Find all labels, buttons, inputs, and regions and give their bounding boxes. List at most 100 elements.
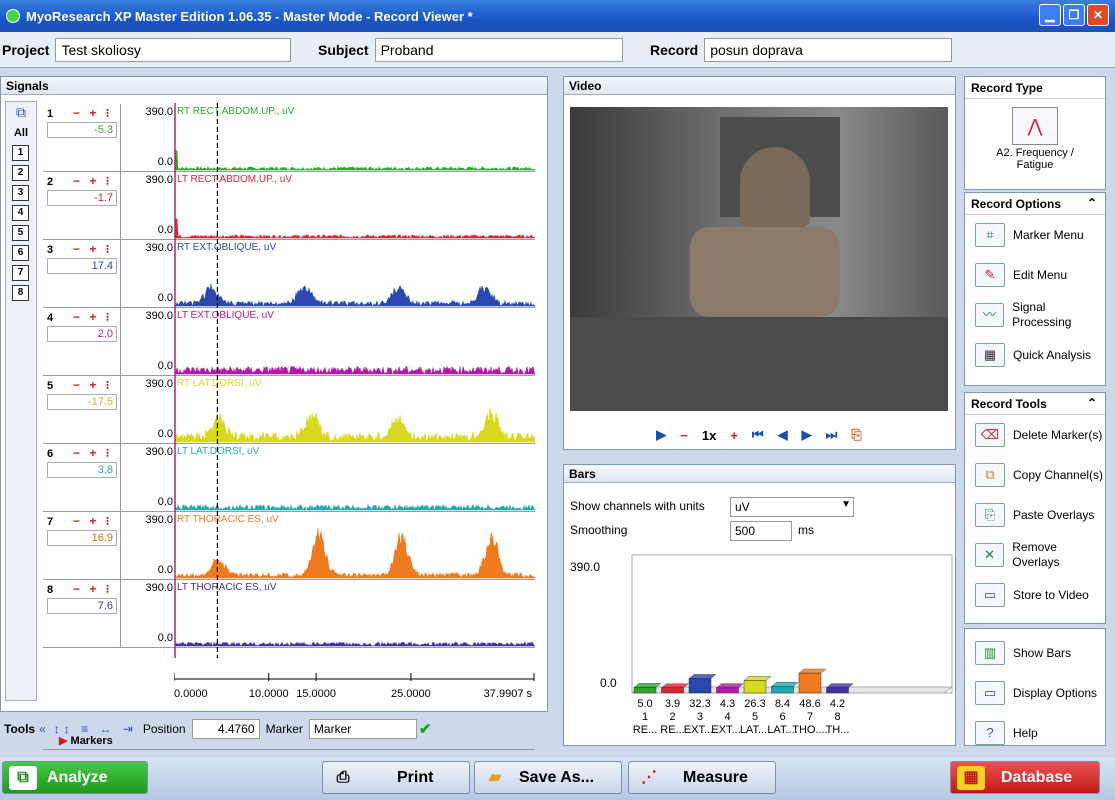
close-button[interactable]: ✕ — [1087, 4, 1109, 26]
cursor-overlay — [174, 103, 219, 658]
delete-marker-icon: ⌫ — [975, 423, 1005, 447]
channel-button-3[interactable]: 3 — [12, 185, 29, 201]
bar-value-label: 3.9 — [665, 698, 680, 710]
sidebar-item-quick-analysis[interactable]: ▦ Quick Analysis — [965, 335, 1105, 375]
database-label: Database — [1001, 768, 1073, 786]
record-type-panel: Record Type ⋀ A2. Frequency / Fatigue — [964, 76, 1106, 190]
project-label: Project — [2, 42, 50, 58]
bar-channel-number: 2 — [669, 711, 675, 723]
sidebar-item-show-bars[interactable]: ▥ Show Bars — [965, 633, 1105, 673]
record-options-title: Record Options ⌃ — [965, 193, 1105, 215]
record-label: Record — [650, 42, 699, 58]
channel-button-2[interactable]: 2 — [12, 165, 29, 181]
scale-tools-icon[interactable]: ↕↕ ≡ ↔ ⇥ — [54, 722, 137, 736]
record-tools-label: Record Tools — [971, 397, 1047, 411]
collapse-icon[interactable]: ⌃ — [1087, 196, 1097, 210]
channel-button-6[interactable]: 6 — [12, 245, 29, 261]
display-options-icon: ▭ — [975, 681, 1005, 705]
channel-button-4[interactable]: 4 — [12, 205, 29, 221]
export-video-icon[interactable]: ⎘ — [851, 427, 861, 443]
folder-icon: ▰ — [488, 768, 502, 786]
time-tick-label: 15.0000 — [296, 688, 336, 700]
prev-frame-icon[interactable]: ◀ — [778, 427, 788, 443]
person-torso — [690, 227, 840, 317]
position-field[interactable]: 4.4760 — [191, 719, 260, 739]
channel-button-8[interactable]: 8 — [12, 285, 29, 301]
video-frame[interactable] — [570, 107, 948, 411]
record-tools-title: Record Tools ⌃ — [965, 393, 1105, 415]
project-field[interactable]: Test skoliosy — [55, 38, 292, 62]
record-field[interactable]: posun doprava — [704, 38, 953, 62]
maximize-button[interactable]: ❐ — [1063, 4, 1085, 26]
tools-bar: Tools « ↕↕ ≡ ↔ ⇥ Position 4.4760 Marker … — [0, 715, 548, 743]
bar-channel-number: 1 — [642, 711, 648, 723]
units-select[interactable]: uV ▼ — [730, 497, 854, 517]
all-channels-button[interactable]: All — [6, 127, 36, 139]
channel-button-7[interactable]: 7 — [12, 265, 29, 281]
bar-channel-number: 8 — [834, 711, 840, 723]
video-controls: ▶ − 1x + ⏮ ◀ ▶ ⏭ ⎘ — [564, 423, 954, 447]
sidebar-item-label: Delete Marker(s) — [1013, 427, 1103, 442]
database-button[interactable]: ▦ Database — [950, 761, 1100, 794]
subject-field[interactable]: Proband — [374, 38, 623, 62]
time-tick-label: 10.0000 — [249, 688, 289, 700]
measure-button[interactable]: ⋰ Measure — [628, 761, 776, 794]
last-frame-icon[interactable]: ⏭ — [826, 427, 838, 443]
sidebar-item-signal-processing[interactable]: 〰 Signal Processing — [965, 295, 1105, 335]
record-tools-panel: Record Tools ⌃ ⌫ Delete Marker(s) ⧉ Copy Cha… — [964, 392, 1106, 624]
sidebar-item-help[interactable]: ? Help — [965, 713, 1105, 753]
bar-channel-number: 7 — [807, 711, 813, 723]
sidebar-item-label: Signal Processing — [1012, 300, 1072, 329]
sidebar-item-copy-channel-s[interactable]: ⧉ Copy Channel(s) — [965, 455, 1105, 495]
sidebar-item-label: Store to Video — [1013, 587, 1089, 602]
analyze-button[interactable]: ⧉ Analyze — [2, 761, 148, 794]
save-as-button[interactable]: ▰ Save As... — [474, 761, 622, 794]
analyze-icon: ⧉ — [9, 765, 37, 790]
measure-label: Measure — [683, 768, 748, 786]
channel-button-1[interactable]: 1 — [12, 145, 29, 161]
sidebar-item-paste-overlays[interactable]: ⎘ Paste Overlays — [965, 495, 1105, 535]
sidebar-item-delete-marker-s[interactable]: ⌫ Delete Marker(s) — [965, 415, 1105, 455]
record-type-title: Record Type — [965, 77, 1105, 99]
bar-value-label: 4.3 — [720, 698, 735, 710]
channels-icon[interactable]: ⧉ — [6, 104, 36, 121]
next-frame-icon[interactable]: ▶ — [802, 427, 812, 443]
channel-button-5[interactable]: 5 — [12, 225, 29, 241]
sidebar-item-marker-menu[interactable]: ⌗ Marker Menu — [965, 215, 1105, 255]
bar-value-label: 5.0 — [637, 698, 652, 710]
marker-select[interactable]: Marker — [308, 719, 417, 739]
bars-title: Bars — [564, 465, 955, 483]
bar-channel-label: THO.... — [792, 724, 827, 736]
sidebar-item-display-options[interactable]: ▭ Display Options — [965, 673, 1105, 713]
slower-icon[interactable]: − — [680, 428, 688, 443]
units-value: uV — [735, 500, 750, 514]
bar-channel-number: 3 — [697, 711, 703, 723]
smoothing-field[interactable]: 500 — [730, 521, 792, 541]
time-tick-label: 37.9907 s — [484, 688, 533, 700]
frequency-fatigue-icon[interactable]: ⋀ — [1012, 107, 1058, 145]
bars-plot-area — [631, 554, 953, 694]
minimize-button[interactable]: ▁ — [1039, 4, 1061, 26]
display-panel: ▥ Show Bars ▭ Display Options? Help — [964, 628, 1106, 746]
collapse-icon[interactable]: ⌃ — [1087, 396, 1097, 410]
printer-icon: ⎙ — [336, 768, 350, 786]
sidebar-item-edit-menu[interactable]: ✎ Edit Menu — [965, 255, 1105, 295]
first-frame-icon[interactable]: ⏮ — [752, 427, 764, 443]
sidebar-item-remove-overlays[interactable]: ✕ Remove Overlays — [965, 535, 1105, 575]
sidebar-item-store-to-video[interactable]: ▭ Store to Video — [965, 575, 1105, 615]
database-icon: ▦ — [957, 765, 985, 790]
confirm-check-icon[interactable]: ✔ — [419, 720, 432, 738]
quick-analysis-icon: ▦ — [975, 343, 1005, 367]
sidebar-item-label: Help — [1013, 725, 1038, 740]
faster-icon[interactable]: + — [730, 428, 738, 443]
sidebar-item-label: Edit Menu — [1013, 267, 1068, 282]
signals-title: Signals — [1, 77, 547, 95]
record-options-panel: Record Options ⌃ ⌗ Marker Menu ✎ Edit Menu 〰 S… — [964, 192, 1106, 386]
print-button[interactable]: ⎙ Print — [322, 761, 470, 794]
video-panel: Video ▶ − 1x + ⏮ ◀ ▶ ⏭ ⎘ — [563, 76, 956, 450]
collapse-tools-icon[interactable]: « — [39, 722, 46, 736]
dropdown-icon[interactable]: ▼ — [841, 499, 851, 510]
time-tick-label: 0.0000 — [174, 688, 208, 700]
play-icon[interactable]: ▶ — [656, 427, 666, 443]
help-icon: ? — [975, 721, 1005, 745]
